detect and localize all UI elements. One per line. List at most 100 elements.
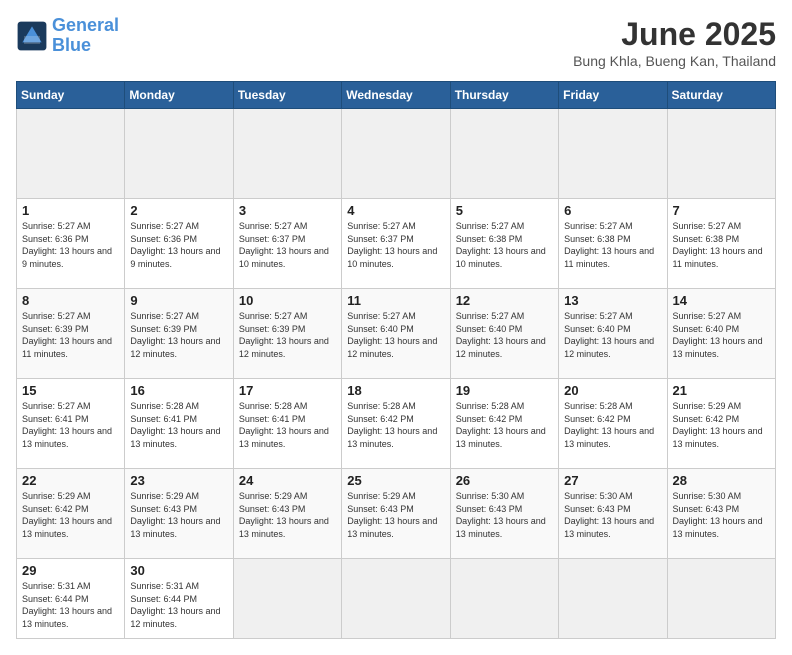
cell-content: Sunrise: 5:29 AMSunset: 6:43 PMDaylight:… [130,490,227,540]
day-number: 18 [347,383,444,398]
calendar-cell [450,559,558,639]
day-number: 9 [130,293,227,308]
calendar-cell: 11 Sunrise: 5:27 AMSunset: 6:40 PMDayligh… [342,289,450,379]
cell-content: Sunrise: 5:30 AMSunset: 6:43 PMDaylight:… [456,490,553,540]
calendar-cell: 12Sunrise: 5:27 AMSunset: 6:40 PMDayligh… [450,289,558,379]
cell-content: Sunrise: 5:29 AMSunset: 6:43 PMDaylight:… [239,490,336,540]
cell-content: Sunrise: 5:31 AMSunset: 6:44 PMDaylight:… [130,580,227,630]
cell-content: Sunrise: 5:28 AMSunset: 6:41 PMDaylight:… [130,400,227,450]
calendar-cell: 24Sunrise: 5:29 AMSunset: 6:43 PMDayligh… [233,469,341,559]
calendar-cell: 5Sunrise: 5:27 AMSunset: 6:38 PMDaylight… [450,199,558,289]
day-number: 16 [130,383,227,398]
cell-content: Sunrise: 5:27 AMSunset: 6:36 PMDaylight:… [130,220,227,270]
day-number: 13 [564,293,661,308]
calendar-cell: 16 Sunrise: 5:28 AMSunset: 6:41 PMDayligh… [125,379,233,469]
calendar-cell: 3Sunrise: 5:27 AMSunset: 6:37 PMDaylight… [233,199,341,289]
header: General Blue June 2025 Bung Khla, Bueng … [16,16,776,69]
week-row-3: 8Sunrise: 5:27 AMSunset: 6:39 PMDaylight… [17,289,776,379]
weekday-header-thursday: Thursday [450,82,558,109]
day-number: 30 [130,563,227,578]
day-number: 29 [22,563,119,578]
day-number: 11 [347,293,444,308]
month-title: June 2025 [573,16,776,53]
day-number: 7 [673,203,770,218]
cell-content: Sunrise: 5:29 AMSunset: 6:43 PMDaylight:… [347,490,444,540]
cell-content: Sunrise: 5:28 AMSunset: 6:42 PMDaylight:… [456,400,553,450]
day-number: 25 [347,473,444,488]
calendar-cell: 28 Sunrise: 5:30 AMSunset: 6:43 PMDayligh… [667,469,775,559]
cell-content: Sunrise: 5:27 AMSunset: 6:37 PMDaylight:… [347,220,444,270]
calendar-cell: 14Sunrise: 5:27 AMSunset: 6:40 PMDayligh… [667,289,775,379]
calendar-cell: 26 Sunrise: 5:30 AMSunset: 6:43 PMDayligh… [450,469,558,559]
week-row-5: 22 Sunrise: 5:29 AMSunset: 6:42 PMDayligh… [17,469,776,559]
calendar-cell: 23 Sunrise: 5:29 AMSunset: 6:43 PMDayligh… [125,469,233,559]
calendar-cell: 13 Sunrise: 5:27 AMSunset: 6:40 PMDayligh… [559,289,667,379]
calendar-cell [450,109,558,199]
day-number: 28 [673,473,770,488]
cell-content: Sunrise: 5:30 AMSunset: 6:43 PMDaylight:… [673,490,770,540]
cell-content: Sunrise: 5:30 AMSunset: 6:43 PMDaylight:… [564,490,661,540]
weekday-header-tuesday: Tuesday [233,82,341,109]
cell-content: Sunrise: 5:27 AMSunset: 6:40 PMDaylight:… [347,310,444,360]
weekday-header-wednesday: Wednesday [342,82,450,109]
logo: General Blue [16,16,119,56]
calendar-cell: 9 Sunrise: 5:27 AMSunset: 6:39 PMDaylight… [125,289,233,379]
day-number: 2 [130,203,227,218]
calendar-cell: 20Sunrise: 5:28 AMSunset: 6:42 PMDayligh… [559,379,667,469]
cell-content: Sunrise: 5:27 AMSunset: 6:40 PMDaylight:… [564,310,661,360]
calendar-cell: 17Sunrise: 5:28 AMSunset: 6:41 PMDayligh… [233,379,341,469]
calendar-cell: 4 Sunrise: 5:27 AMSunset: 6:37 PMDaylight… [342,199,450,289]
cell-content: Sunrise: 5:29 AMSunset: 6:42 PMDaylight:… [22,490,119,540]
day-number: 6 [564,203,661,218]
cell-content: Sunrise: 5:27 AMSunset: 6:39 PMDaylight:… [22,310,119,360]
calendar-cell: 22 Sunrise: 5:29 AMSunset: 6:42 PMDayligh… [17,469,125,559]
day-number: 19 [456,383,553,398]
calendar-cell [233,559,341,639]
cell-content: Sunrise: 5:27 AMSunset: 6:39 PMDaylight:… [130,310,227,360]
cell-content: Sunrise: 5:27 AMSunset: 6:38 PMDaylight:… [673,220,770,270]
header-row: SundayMondayTuesdayWednesdayThursdayFrid… [17,82,776,109]
calendar-cell [233,109,341,199]
weekday-header-monday: Monday [125,82,233,109]
calendar-cell: 19 Sunrise: 5:28 AMSunset: 6:42 PMDayligh… [450,379,558,469]
calendar-cell [667,109,775,199]
cell-content: Sunrise: 5:27 AMSunset: 6:40 PMDaylight:… [673,310,770,360]
cell-content: Sunrise: 5:27 AMSunset: 6:36 PMDaylight:… [22,220,119,270]
calendar-cell: 10Sunrise: 5:27 AMSunset: 6:39 PMDayligh… [233,289,341,379]
day-number: 22 [22,473,119,488]
day-number: 26 [456,473,553,488]
cell-content: Sunrise: 5:27 AMSunset: 6:40 PMDaylight:… [456,310,553,360]
cell-content: Sunrise: 5:28 AMSunset: 6:42 PMDaylight:… [564,400,661,450]
calendar-cell [17,109,125,199]
calendar-cell: 6 Sunrise: 5:27 AMSunset: 6:38 PMDaylight… [559,199,667,289]
calendar-cell: 2 Sunrise: 5:27 AMSunset: 6:36 PMDaylight… [125,199,233,289]
weekday-header-saturday: Saturday [667,82,775,109]
logo-icon [16,20,48,52]
calendar-cell: 21Sunrise: 5:29 AMSunset: 6:42 PMDayligh… [667,379,775,469]
calendar-cell: 27Sunrise: 5:30 AMSunset: 6:43 PMDayligh… [559,469,667,559]
cell-content: Sunrise: 5:28 AMSunset: 6:41 PMDaylight:… [239,400,336,450]
weekday-header-friday: Friday [559,82,667,109]
day-number: 5 [456,203,553,218]
calendar-cell [559,559,667,639]
calendar-cell [125,109,233,199]
calendar-cell: 8Sunrise: 5:27 AMSunset: 6:39 PMDaylight… [17,289,125,379]
calendar-cell: 1 Sunrise: 5:27 AMSunset: 6:36 PMDaylight… [17,199,125,289]
calendar-cell [559,109,667,199]
day-number: 3 [239,203,336,218]
calendar-cell [667,559,775,639]
week-row-6: 29 Sunrise: 5:31 AMSunset: 6:44 PMDayligh… [17,559,776,639]
calendar-cell: 25 Sunrise: 5:29 AMSunset: 6:43 PMDayligh… [342,469,450,559]
calendar-cell: 30 Sunrise: 5:31 AMSunset: 6:44 PMDayligh… [125,559,233,639]
cell-content: Sunrise: 5:27 AMSunset: 6:38 PMDaylight:… [564,220,661,270]
calendar-cell: 18Sunrise: 5:28 AMSunset: 6:42 PMDayligh… [342,379,450,469]
cell-content: Sunrise: 5:27 AMSunset: 6:41 PMDaylight:… [22,400,119,450]
day-number: 4 [347,203,444,218]
day-number: 1 [22,203,119,218]
calendar-cell: 29Sunrise: 5:31 AMSunset: 6:44 PMDayligh… [17,559,125,639]
calendar-table: SundayMondayTuesdayWednesdayThursdayFrid… [16,81,776,639]
calendar-cell [342,559,450,639]
weekday-header-sunday: Sunday [17,82,125,109]
day-number: 23 [130,473,227,488]
calendar-cell: 7 Sunrise: 5:27 AMSunset: 6:38 PMDaylight… [667,199,775,289]
